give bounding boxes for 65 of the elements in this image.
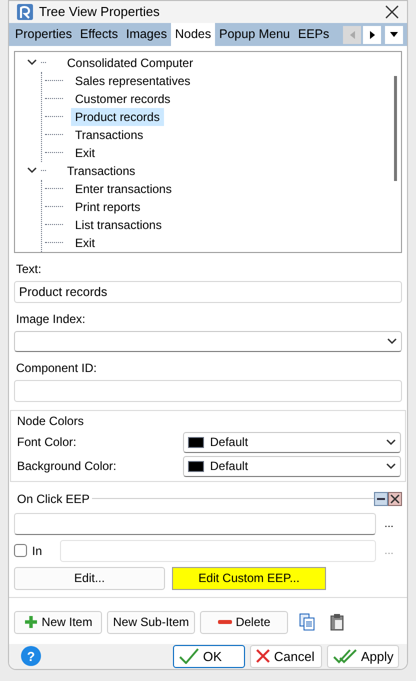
- tree-item[interactable]: Sales representatives: [71, 72, 194, 90]
- plus-icon: [24, 615, 38, 630]
- tree-item[interactable]: Transactions: [71, 126, 148, 144]
- window-title: Tree View Properties: [39, 3, 160, 22]
- tree-item[interactable]: Exit: [71, 234, 100, 252]
- collapse-chevron-icon[interactable]: [27, 59, 37, 66]
- edit-custom-eep-button[interactable]: Edit Custom EEP...: [172, 566, 326, 590]
- checkmark-icon: [178, 648, 200, 664]
- item-button[interactable]: Delete: [200, 610, 288, 634]
- dropdown-chevron-icon: [386, 438, 396, 446]
- text-field[interactable]: [14, 380, 402, 402]
- scroll-right-button[interactable]: [363, 26, 381, 44]
- group-title: Node Colors: [16, 412, 85, 429]
- dialog-button[interactable]: OK: [173, 644, 245, 668]
- close-icon[interactable]: [388, 492, 402, 506]
- color-label: Font Color:: [16, 434, 78, 452]
- edit-button[interactable]: Edit...: [14, 566, 165, 590]
- copy-icon[interactable]: [299, 613, 316, 632]
- field-label: Text:: [15, 260, 42, 277]
- tree-item[interactable]: Consolidated Computer: [63, 54, 198, 72]
- left-caret-icon: [350, 30, 354, 39]
- dialog-button[interactable]: Apply: [327, 644, 399, 668]
- minimize-icon[interactable]: [374, 492, 388, 506]
- tree-item[interactable]: Transactions: [63, 162, 140, 180]
- tree-item[interactable]: Exit: [71, 144, 100, 162]
- minus-icon: [218, 619, 232, 626]
- item-button[interactable]: New Item: [14, 610, 102, 634]
- image-index-dropdown[interactable]: [14, 330, 402, 352]
- field-label: Image Index:: [15, 310, 86, 327]
- tree-item[interactable]: Customer records: [71, 90, 174, 108]
- tab[interactable]: Nodes: [170, 22, 216, 46]
- right-caret-icon: [370, 30, 374, 39]
- tab[interactable]: Effects: [76, 22, 122, 46]
- tab[interactable]: Popup Menu: [215, 22, 294, 46]
- tree-item[interactable]: Print reports: [71, 198, 144, 216]
- help-button[interactable]: ?: [21, 646, 41, 666]
- color-dropdown[interactable]: Default: [183, 432, 401, 453]
- color-dropdown[interactable]: Default: [183, 456, 401, 477]
- dropdown-chevron-icon: [386, 462, 396, 470]
- down-caret-icon: [390, 32, 398, 38]
- browse-button[interactable]: ...: [376, 518, 402, 529]
- collapse-chevron-icon[interactable]: [27, 167, 37, 174]
- tab[interactable]: EEPs: [294, 22, 334, 46]
- scrollbar[interactable]: [394, 76, 397, 181]
- in-field[interactable]: [60, 540, 376, 562]
- text-field[interactable]: Product records: [14, 280, 402, 303]
- close-icon: [255, 648, 271, 664]
- tab[interactable]: Images: [122, 22, 171, 46]
- app-logo-icon: [17, 4, 33, 20]
- in-checkbox[interactable]: [14, 544, 27, 558]
- tab-menu-button[interactable]: [385, 26, 403, 44]
- paste-icon[interactable]: [330, 613, 344, 632]
- dialog-button[interactable]: Cancel: [250, 644, 322, 668]
- tab[interactable]: Properties: [11, 22, 76, 46]
- eep-field[interactable]: [14, 512, 376, 535]
- field-label: Component ID:: [15, 360, 98, 376]
- close-icon[interactable]: [385, 4, 399, 19]
- checkbox-label: In: [32, 542, 44, 560]
- color-label: Background Color:: [16, 458, 118, 476]
- tree-item[interactable]: Enter transactions: [71, 180, 176, 198]
- tree-item[interactable]: Product records: [71, 108, 164, 126]
- double-checkmark-icon: [332, 648, 358, 664]
- tree-item[interactable]: List transactions: [71, 216, 166, 234]
- dropdown-chevron-icon: [387, 338, 397, 345]
- item-button[interactable]: New Sub-Item: [107, 610, 196, 634]
